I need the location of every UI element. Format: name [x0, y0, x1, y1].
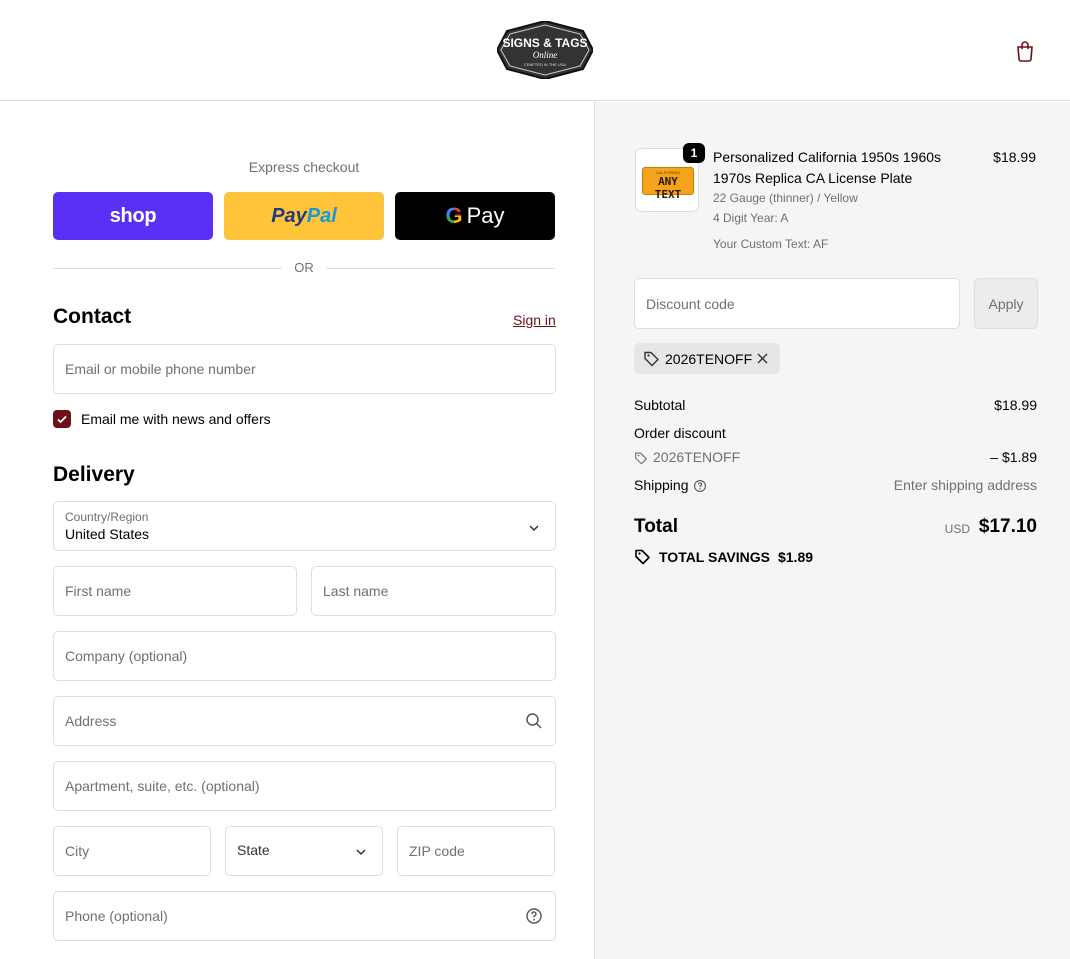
or-divider: OR	[53, 260, 555, 276]
search-icon	[526, 713, 542, 729]
discount-code-label: 2026TENOFF	[653, 449, 741, 465]
last-name-placeholder: Last name	[323, 583, 389, 599]
apartment-placeholder: Apartment, suite, etc. (optional)	[65, 778, 260, 794]
contact-title: Contact	[53, 305, 132, 328]
checkmark-icon	[57, 415, 67, 424]
paypal-label-2: Pal	[306, 204, 337, 227]
plate-text: ANY TEXT	[654, 175, 682, 201]
total-value: $17.10	[978, 516, 1037, 537]
product-digit-year: 4 Digit Year: A	[713, 211, 789, 225]
product-variant: 22 Gauge (thinner) / Yellow	[713, 191, 858, 205]
state-placeholder: State	[237, 842, 270, 858]
subtotal-value: $18.99	[994, 397, 1037, 413]
discount-code-input[interactable]: Discount code	[634, 278, 960, 329]
checkout-form: Express checkout shop Pay Pal G Pay OR Co…	[0, 102, 594, 959]
state-select[interactable]: State	[225, 826, 383, 876]
sign-in-link[interactable]: Sign in	[513, 312, 556, 328]
subtotal-label: Subtotal	[634, 397, 686, 413]
help-circle-icon[interactable]	[693, 479, 707, 493]
first-name-field[interactable]: First name	[53, 566, 297, 616]
apply-button[interactable]: Apply	[974, 278, 1038, 329]
tag-icon	[644, 351, 659, 367]
company-placeholder: Company (optional)	[65, 648, 188, 664]
delivery-title: Delivery	[53, 463, 135, 486]
city-field[interactable]: City	[53, 826, 211, 876]
email-placeholder: Email or mobile phone number	[65, 361, 256, 377]
shipping-label: Shipping	[634, 477, 689, 493]
product-custom-text: Your Custom Text: AF	[713, 237, 829, 251]
google-pay-label: Pay	[466, 203, 505, 228]
email-field[interactable]: Email or mobile phone number	[53, 344, 556, 394]
country-label: Country/Region	[65, 510, 149, 524]
shop-pay-button[interactable]: shop	[53, 192, 213, 240]
chevron-down-icon	[356, 849, 366, 856]
quantity-badge: 1	[683, 143, 705, 163]
apartment-field[interactable]: Apartment, suite, etc. (optional)	[53, 761, 556, 811]
total-currency: USD	[944, 522, 970, 536]
country-value: United States	[65, 526, 150, 542]
close-icon[interactable]	[756, 352, 769, 365]
first-name-placeholder: First name	[65, 583, 132, 599]
discount-placeholder: Discount code	[646, 296, 735, 312]
logo-line1: SIGNS & TAGS	[502, 36, 587, 50]
google-g-icon: G	[445, 203, 463, 228]
logo-line3: CRAFTED IN THE USA	[524, 62, 567, 67]
zip-field[interactable]: ZIP code	[397, 826, 555, 876]
product-title: Personalized California 1950s 1960s 1970…	[713, 149, 942, 186]
shopping-bag-icon[interactable]	[1014, 40, 1036, 62]
express-checkout-title: Express checkout	[248, 159, 360, 175]
city-placeholder: City	[65, 843, 90, 859]
newsletter-label: Email me with news and offers	[81, 411, 271, 427]
company-field[interactable]: Company (optional)	[53, 631, 556, 681]
order-summary: CALIFORNIA ANY TEXT 1 Personalized Calif…	[594, 102, 1070, 959]
product-price: $18.99	[993, 149, 1036, 165]
applied-code: 2026TENOFF	[665, 351, 753, 367]
paypal-label-1: Pay	[271, 204, 307, 227]
chevron-down-icon	[529, 525, 539, 532]
phone-placeholder: Phone (optional)	[65, 908, 168, 924]
address-field[interactable]: Address	[53, 696, 556, 746]
zip-placeholder: ZIP code	[409, 843, 465, 859]
help-circle-icon[interactable]	[525, 907, 543, 925]
shop-pay-label: shop	[109, 204, 157, 227]
shipping-value: Enter shipping address	[893, 477, 1037, 493]
phone-field[interactable]: Phone (optional)	[53, 891, 556, 941]
total-label: Total	[634, 516, 678, 537]
country-select[interactable]: Country/Region United States	[53, 501, 556, 551]
last-name-field[interactable]: Last name	[311, 566, 556, 616]
store-logo[interactable]: SIGNS & TAGS Online CRAFTED IN THE USA	[497, 21, 593, 79]
total-savings: TOTAL SAVINGS $1.89	[634, 548, 813, 565]
paypal-button[interactable]: Pay Pal	[224, 192, 384, 240]
google-pay-button[interactable]: G Pay	[395, 192, 555, 240]
logo-line2: Online	[533, 50, 558, 60]
newsletter-checkbox[interactable]	[53, 410, 71, 428]
header: SIGNS & TAGS Online CRAFTED IN THE USA	[0, 0, 1070, 101]
address-placeholder: Address	[65, 713, 117, 729]
savings-value: $1.89	[777, 548, 814, 565]
order-discount-label: Order discount	[634, 425, 726, 441]
tag-icon	[635, 452, 647, 465]
applied-discount-chip: 2026TENOFF	[634, 343, 780, 374]
savings-label: TOTAL SAVINGS	[659, 548, 770, 565]
discount-value: – $1.89	[990, 449, 1037, 465]
tag-icon	[635, 549, 650, 565]
license-plate-image: CALIFORNIA ANY TEXT	[642, 167, 694, 201]
